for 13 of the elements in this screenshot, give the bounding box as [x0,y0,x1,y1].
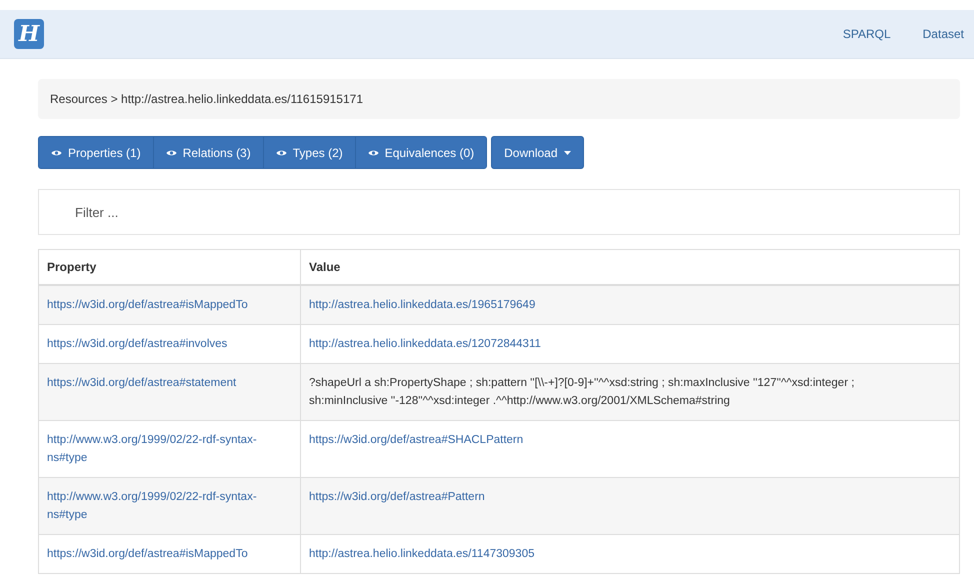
nav-link[interactable]: Dataset [922,27,964,41]
tab-button[interactable]: Properties (1) [39,137,154,168]
logo[interactable]: H [14,19,44,49]
filter-field[interactable]: Filter ... [38,189,960,235]
caret-icon [564,150,571,154]
value-text: ?shapeUrl a sh:PropertyShape ; sh:pattern ''[\\-+]?[0-9]+''^^xsd:string ; sh:maxInclusive ''127''^^xsd:integer ; sh:minInclusive ''-128''^^xsd:integer .^^http://www.w3.org/2001/XMLSchema#string [309,376,856,409]
eye-icon [51,148,62,156]
download-button[interactable]: Download [491,136,584,169]
eye-icon [276,148,287,156]
breadcrumb: Resources > http://astrea.helio.linkeddata.es/11615915171 [38,79,960,119]
eye-icon [166,148,177,156]
eye-icon [368,148,379,156]
nav-link[interactable]: SPARQL [842,27,891,41]
